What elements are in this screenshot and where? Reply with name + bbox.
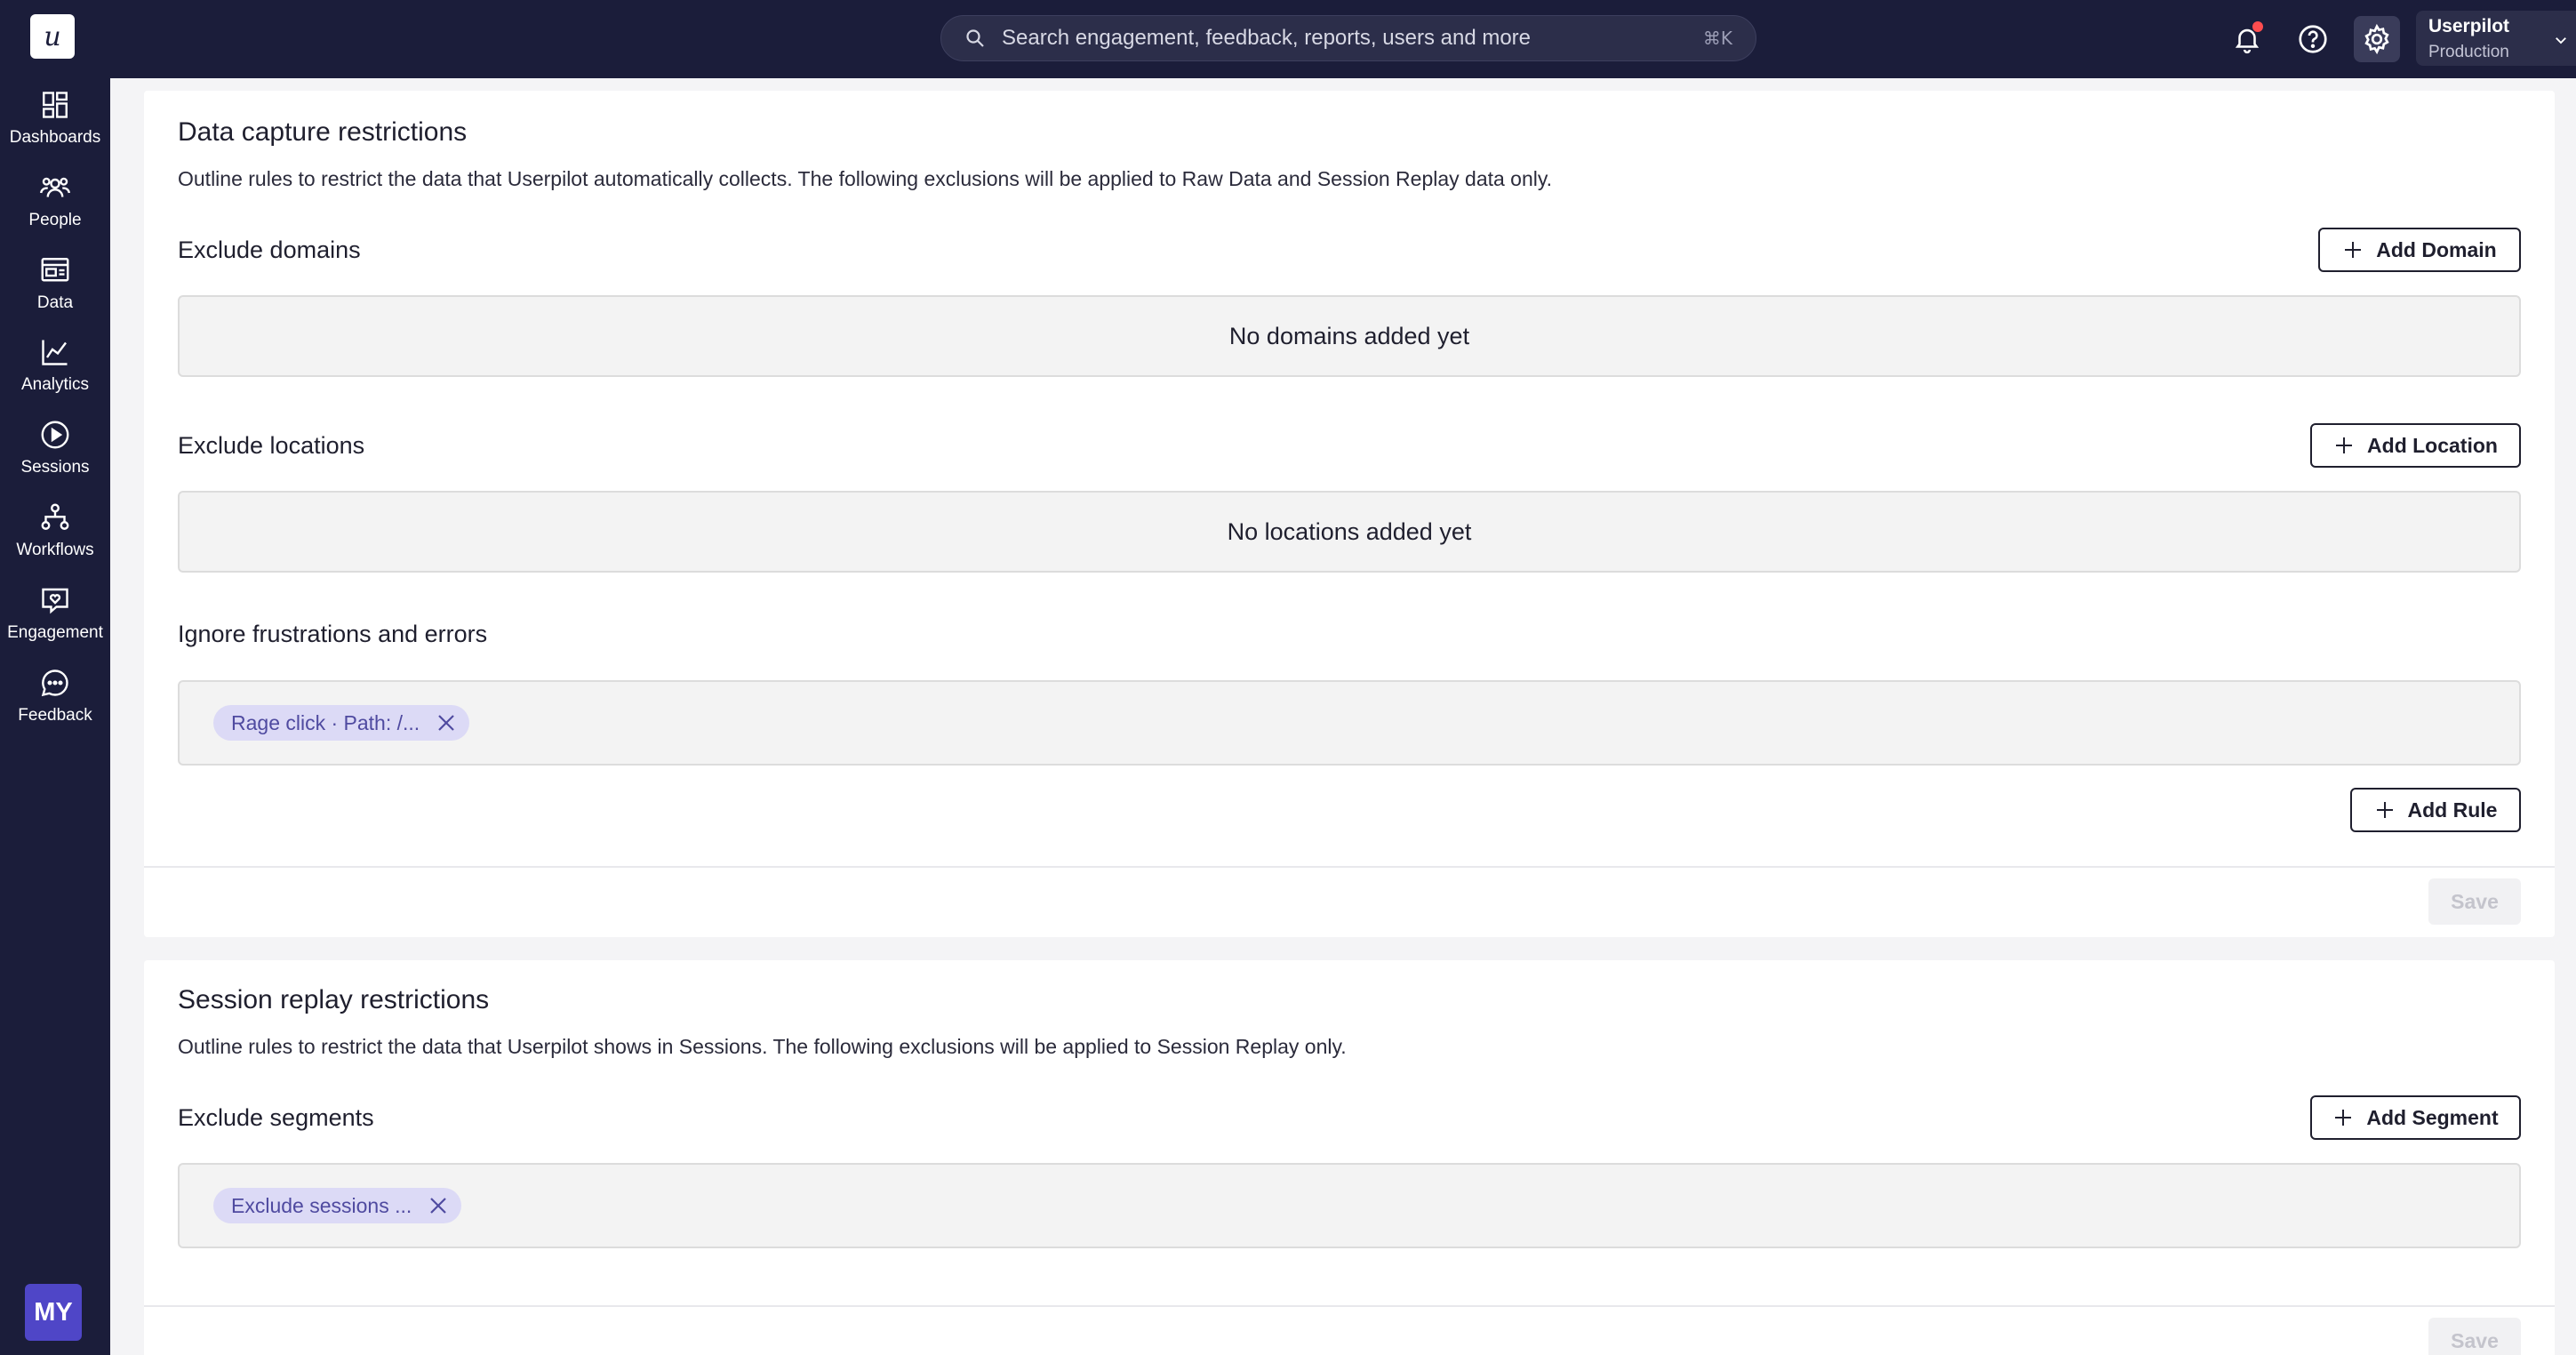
frustration-rules-box: Rage click · Path: /...	[178, 680, 2521, 766]
exclude-locations-title: Exclude locations	[178, 432, 365, 459]
search-placeholder: Search engagement, feedback, reports, us…	[1002, 26, 1532, 50]
close-icon[interactable]	[428, 1195, 449, 1216]
sidebar-item-sessions[interactable]: Sessions	[0, 413, 110, 486]
close-icon[interactable]	[436, 712, 457, 734]
save-button[interactable]: Save	[2428, 1318, 2521, 1355]
help-icon	[2299, 25, 2327, 53]
exclude-domains-title: Exclude domains	[178, 237, 361, 263]
card-footer-divider	[144, 866, 2555, 868]
global-search[interactable]: Search engagement, feedback, reports, us…	[940, 15, 1756, 61]
exclude-segments-title: Exclude segments	[178, 1104, 374, 1131]
ignore-frustrations-title: Ignore frustrations and errors	[178, 621, 488, 647]
sidebar-item-label: Analytics	[20, 375, 90, 394]
userpilot-logo[interactable]: u	[30, 14, 75, 59]
plus-icon	[2335, 1110, 2352, 1126]
engagement-icon	[42, 588, 68, 614]
notifications-button[interactable]	[2224, 16, 2270, 62]
sidebar-item-label: Sessions	[20, 458, 90, 477]
add-location-button[interactable]: Add Location	[2310, 423, 2521, 468]
add-segment-button[interactable]: Add Segment	[2310, 1095, 2521, 1140]
sidebar-item-data[interactable]: Data	[0, 249, 110, 322]
locations-empty-state: No locations added yet	[178, 491, 2521, 573]
sidebar-item-label: Data	[36, 293, 74, 312]
analytics-icon	[42, 340, 68, 365]
add-rule-button[interactable]: Add Rule	[2350, 788, 2521, 832]
chevron-down-icon	[2556, 37, 2566, 44]
sidebar-item-label: Feedback	[18, 706, 92, 725]
account-switcher[interactable]: Userpilot Production	[2416, 11, 2576, 66]
settings-button[interactable]	[2354, 16, 2400, 62]
user-avatar[interactable]: MY	[25, 1284, 82, 1341]
chat-icon	[41, 669, 68, 697]
sidebar-item-label: Engagement	[7, 623, 103, 642]
data-icon	[41, 258, 69, 282]
sidebar: Dashboards People Data Analytics Session…	[0, 78, 110, 1355]
sidebar-item-label: Dashboards	[9, 128, 101, 147]
session-replay-restrictions-card: Session replay restrictions Outline rule…	[144, 960, 2555, 1355]
sidebar-item-analytics[interactable]: Analytics	[0, 331, 110, 404]
gear-icon	[2364, 23, 2389, 55]
card-footer-divider	[144, 1305, 2555, 1307]
segments-box: Exclude sessions ...	[178, 1163, 2521, 1248]
add-domain-button[interactable]: Add Domain	[2318, 228, 2521, 272]
sidebar-item-feedback[interactable]: Feedback	[0, 661, 110, 734]
sidebar-item-dashboards[interactable]: Dashboards	[0, 84, 110, 156]
domains-empty-state: No domains added yet	[178, 295, 2521, 377]
top-bar: u Search engagement, feedback, reports, …	[0, 0, 2576, 78]
segment-chip[interactable]: Exclude sessions ...	[213, 1188, 462, 1223]
sidebar-item-engagement[interactable]: Engagement	[0, 579, 110, 652]
card-description: Outline rules to restrict the data that …	[178, 1035, 1347, 1058]
dashboard-icon	[43, 92, 68, 118]
card-description: Outline rules to restrict the data that …	[178, 167, 1553, 190]
card-title: Data capture restrictions	[178, 117, 468, 147]
help-button[interactable]	[2290, 16, 2336, 62]
plus-icon	[2345, 242, 2362, 258]
play-icon	[41, 421, 69, 449]
sidebar-item-label: People	[28, 211, 82, 229]
search-shortcut: ⌘K	[1702, 28, 1732, 49]
save-button[interactable]: Save	[2428, 878, 2521, 925]
frustration-rule-chip[interactable]: Rage click · Path: /...	[213, 705, 470, 741]
sidebar-item-label: Workflows	[16, 541, 94, 559]
plus-icon	[2376, 802, 2393, 818]
data-capture-restrictions-card: Data capture restrictions Outline rules …	[144, 91, 2555, 937]
people-icon	[40, 177, 70, 197]
sidebar-item-people[interactable]: People	[0, 166, 110, 239]
notification-dot	[2252, 21, 2263, 32]
search-icon	[966, 29, 984, 47]
sidebar-item-workflows[interactable]: Workflows	[0, 496, 110, 569]
plus-icon	[2336, 437, 2353, 453]
card-title: Session replay restrictions	[178, 985, 490, 1014]
workflow-icon	[41, 503, 69, 530]
